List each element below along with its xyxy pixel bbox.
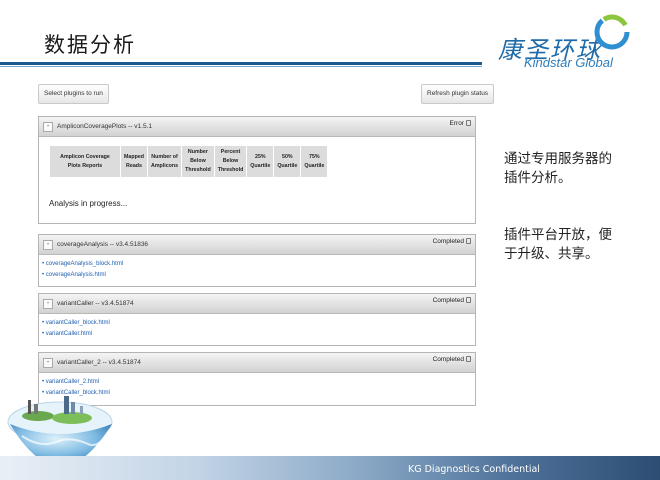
table-header-cell: Number Below Threshold: [182, 146, 214, 177]
output-link[interactable]: • coverageAnalysis.html: [42, 270, 475, 281]
plugin-panel-amplicon-coverage: - AmpliconCoveragePlots -- v1.5.1 Error …: [38, 116, 476, 224]
coverage-summary-table: Amplicon Coverage Plots Reports Mapped R…: [49, 145, 328, 178]
plugin-status: Completed: [433, 356, 471, 363]
plugin-status-label: Completed: [432, 238, 464, 245]
plugin-status-screenshot: Select plugins to run Refresh plugin sta…: [30, 80, 495, 410]
table-header-cell: Mapped Reads: [121, 146, 148, 177]
output-link[interactable]: • coverageAnalysis_block.html: [42, 259, 475, 270]
table-header-cell: 50% Quartile: [274, 146, 301, 177]
company-logo: 康圣环球 Kindstar Global: [492, 12, 642, 70]
output-link[interactable]: • variantCaller_block.html: [42, 318, 475, 329]
status-log-icon[interactable]: [466, 356, 471, 362]
plugin-panel-header[interactable]: - coverageAnalysis -- v3.4.51836 Complet…: [39, 235, 475, 255]
note-plugin-analysis: 通过专用服务器的插件分析。: [504, 151, 612, 186]
plugin-status: Completed: [433, 297, 471, 304]
plugin-panel-header[interactable]: - variantCaller -- v3.4.51874 Completed: [39, 294, 475, 314]
plugin-status: Completed: [433, 238, 471, 245]
select-plugins-button[interactable]: Select plugins to run: [38, 84, 109, 104]
plugin-status: Error: [450, 120, 471, 127]
plugin-output-links: • coverageAnalysis_block.html • coverage…: [39, 255, 475, 281]
footer-confidential-label: KG Diagnostics Confidential: [408, 464, 540, 475]
table-header-cell: Number of Amplicons: [148, 146, 182, 177]
logo-english-name: Kindstar Global: [524, 55, 613, 70]
plugin-status-label: Error: [449, 120, 464, 127]
plugin-panel-coverage-analysis: - coverageAnalysis -- v3.4.51836 Complet…: [38, 234, 476, 287]
plugin-title: variantCaller_2 -- v3.4.51874: [57, 359, 141, 366]
plugin-output-links: • variantCaller_block.html • variantCall…: [39, 314, 475, 340]
header-rule: [0, 62, 482, 65]
table-header-cell: Percent Below Threshold: [214, 146, 247, 177]
collapse-toggle-icon[interactable]: -: [43, 299, 53, 309]
table-header-cell: 75% Quartile: [301, 146, 328, 177]
logo-swirl-icon: [594, 14, 630, 50]
output-link[interactable]: • variantCaller.html: [42, 329, 475, 340]
status-log-icon[interactable]: [466, 238, 471, 244]
plugin-title: AmpliconCoveragePlots -- v1.5.1: [57, 123, 153, 130]
plugin-status-label: Completed: [432, 356, 464, 363]
plugin-status-label: Completed: [432, 297, 464, 304]
collapse-toggle-icon[interactable]: -: [43, 240, 53, 250]
status-log-icon[interactable]: [466, 120, 471, 126]
collapse-toggle-icon[interactable]: -: [43, 122, 53, 132]
footer-bar: [0, 456, 660, 480]
table-header-cell: 25% Quartile: [247, 146, 274, 177]
slide-title: 数据分析: [44, 33, 136, 57]
collapse-toggle-icon[interactable]: -: [43, 358, 53, 368]
plugin-panel-variant-caller: - variantCaller -- v3.4.51874 Completed …: [38, 293, 476, 346]
table-header-cell: Amplicon Coverage Plots Reports: [50, 146, 120, 177]
note-open-platform: 插件平台开放，便于升级、共享。: [504, 227, 612, 262]
plugin-panel-header[interactable]: - variantCaller_2 -- v3.4.51874 Complete…: [39, 353, 475, 373]
plugin-title: coverageAnalysis -- v3.4.51836: [57, 241, 149, 248]
analysis-progress-text: Analysis in progress...: [49, 199, 128, 208]
plugin-panel-header[interactable]: - AmpliconCoveragePlots -- v1.5.1 Error: [39, 117, 475, 137]
refresh-status-button[interactable]: Refresh plugin status: [421, 84, 495, 104]
plugin-title: variantCaller -- v3.4.51874: [57, 300, 134, 307]
status-log-icon[interactable]: [466, 297, 471, 303]
header-rule-thin: [0, 66, 482, 67]
